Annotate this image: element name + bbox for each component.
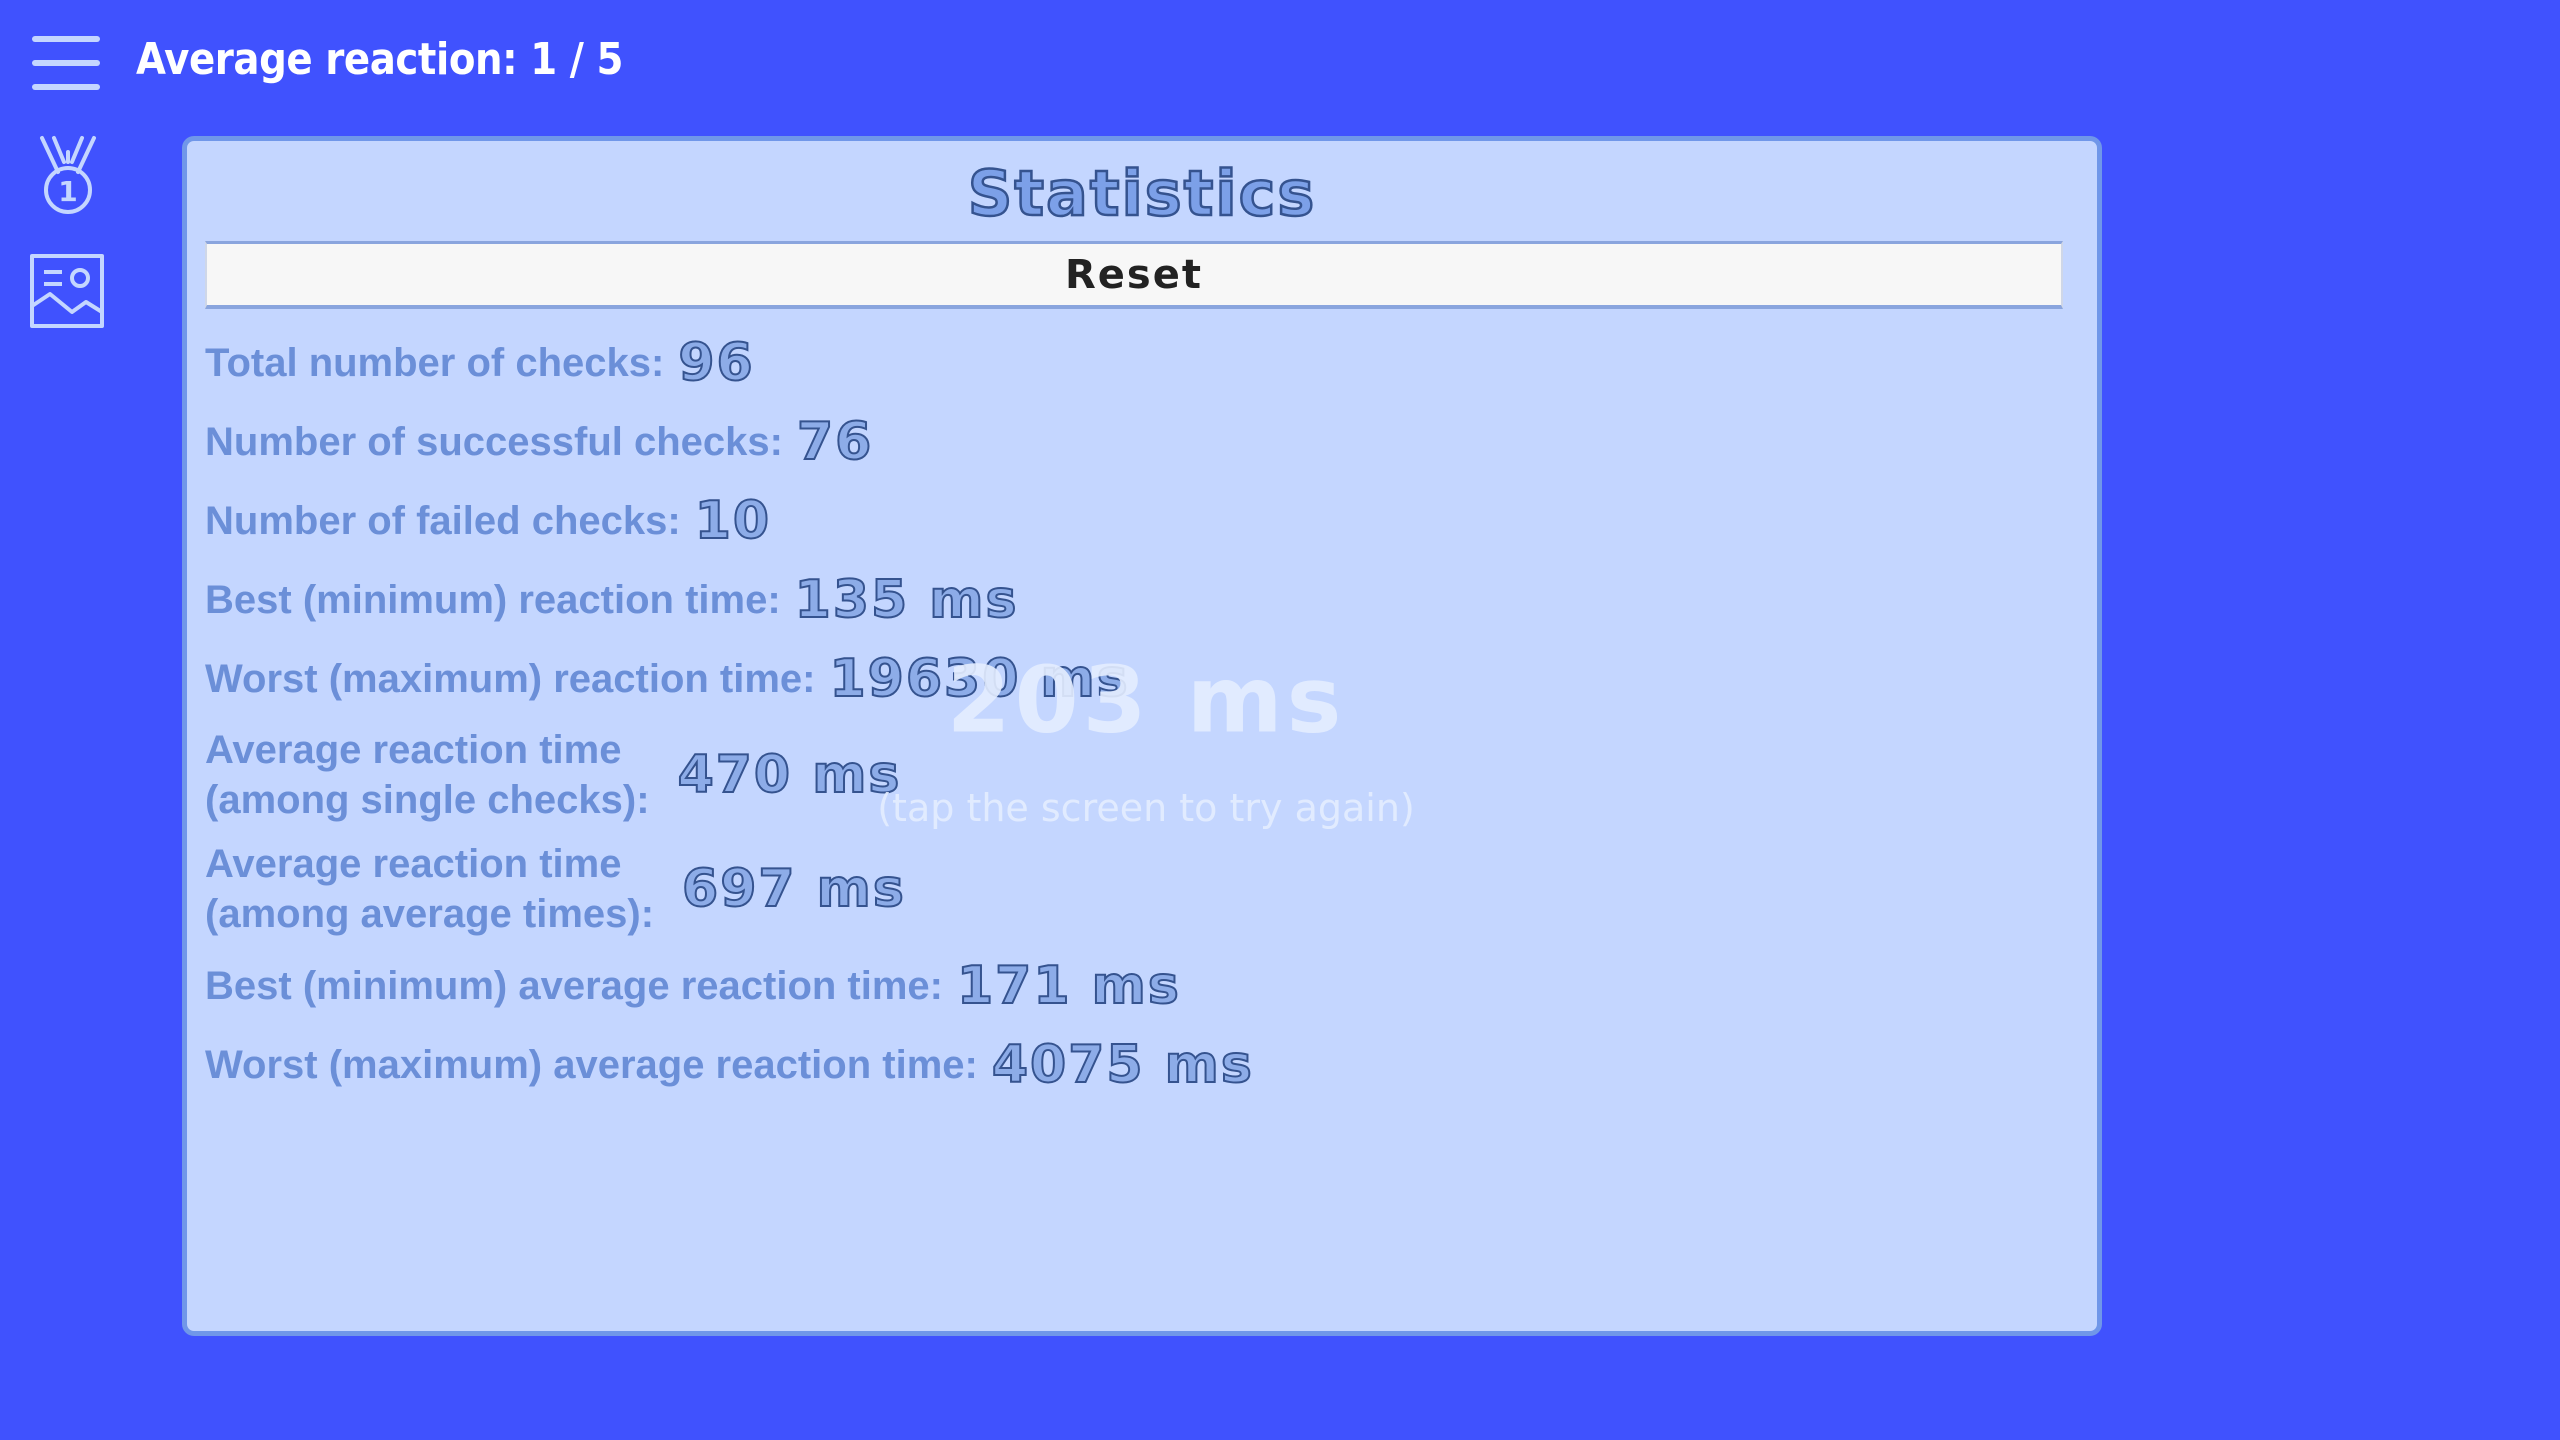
stat-value: 4075 ms (991, 1034, 1254, 1096)
stat-label: Worst (maximum) reaction time: (205, 656, 816, 701)
stat-value: 76 (796, 411, 874, 473)
stat-label: Total number of checks: (205, 340, 665, 385)
reset-button[interactable]: Reset (205, 241, 2063, 309)
statistics-title: Statistics (967, 156, 1317, 232)
stat-value: 10 (694, 490, 772, 552)
stat-label: Number of successful checks: (205, 419, 783, 464)
stat-label: Average reaction time (among single chec… (205, 728, 650, 822)
stat-worst-average: Worst (maximum) average reaction time: 4… (205, 1025, 2079, 1104)
try-again-hint: (tap the screen to try again) (877, 786, 1415, 830)
stat-label: Best (minimum) average reaction time: (205, 963, 943, 1008)
stat-label: Worst (maximum) average reaction time: (205, 1042, 978, 1087)
stat-label: Number of failed checks: (205, 498, 681, 543)
stat-value: 470 ms (677, 744, 902, 806)
stat-value: 697 ms (681, 858, 906, 920)
reaction-time-result: 203 ms (946, 646, 1346, 754)
stat-value: 96 (677, 332, 755, 394)
stat-label: Average reaction time (among average tim… (205, 842, 655, 936)
stat-successful-checks: Number of successful checks: 76 (205, 402, 2079, 481)
stat-failed-checks: Number of failed checks: 10 (205, 481, 2079, 560)
stat-total-checks: Total number of checks: 96 (205, 323, 2079, 402)
stat-best-average: Best (minimum) average reaction time: 17… (205, 946, 2079, 1025)
stat-average-averages: Average reaction time (among average tim… (205, 832, 2079, 946)
stat-value: 135 ms (794, 569, 1019, 631)
stat-value: 171 ms (956, 955, 1181, 1017)
stat-label: Best (minimum) reaction time: (205, 577, 781, 622)
stat-best-reaction: Best (minimum) reaction time: 135 ms (205, 560, 2079, 639)
